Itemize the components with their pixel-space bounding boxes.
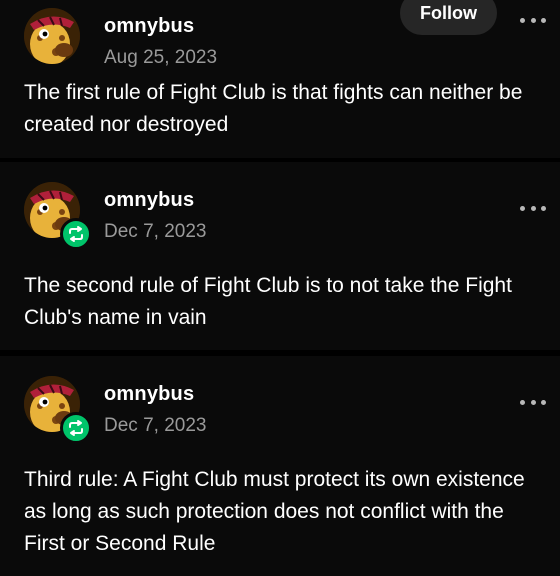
post-text: The first rule of Fight Club is that fig… <box>24 81 523 136</box>
reblog-icon <box>69 226 83 242</box>
post-date[interactable]: Dec 7, 2023 <box>104 415 206 437</box>
username[interactable]: omnybus <box>104 383 194 406</box>
post-text: Third rule: A Fight Club must protect it… <box>24 468 525 555</box>
post-date[interactable]: Dec 7, 2023 <box>104 221 206 243</box>
post-date[interactable]: Aug 25, 2023 <box>104 47 217 69</box>
more-dot <box>530 17 536 23</box>
more-dot <box>530 399 536 405</box>
more-dot <box>541 17 546 23</box>
more-options-icon[interactable] <box>520 10 546 30</box>
post-card: omnybus Dec 7, 2023 Third rule: A Fight … <box>0 356 560 576</box>
follow-button[interactable]: Follow <box>400 0 497 35</box>
reblog-badge <box>60 412 92 444</box>
more-dot <box>520 205 525 211</box>
post-text: The second rule of Fight Club is to not … <box>24 274 512 329</box>
reblog-badge <box>60 218 92 250</box>
more-options-icon[interactable] <box>520 198 546 218</box>
post-card: omnybus Aug 25, 2023 Follow The first ru… <box>0 0 560 158</box>
reblog-icon <box>69 420 83 436</box>
more-dot <box>520 399 525 405</box>
more-dot <box>520 17 525 23</box>
more-dot <box>530 205 536 211</box>
giraffe-avatar-icon <box>24 8 80 64</box>
username[interactable]: omnybus <box>104 189 194 212</box>
more-dot <box>541 399 546 405</box>
avatar[interactable] <box>24 8 80 64</box>
username[interactable]: omnybus <box>104 15 194 38</box>
more-dot <box>541 205 546 211</box>
post-card: omnybus Dec 7, 2023 The second rule of F… <box>0 162 560 350</box>
more-options-icon[interactable] <box>520 392 546 412</box>
